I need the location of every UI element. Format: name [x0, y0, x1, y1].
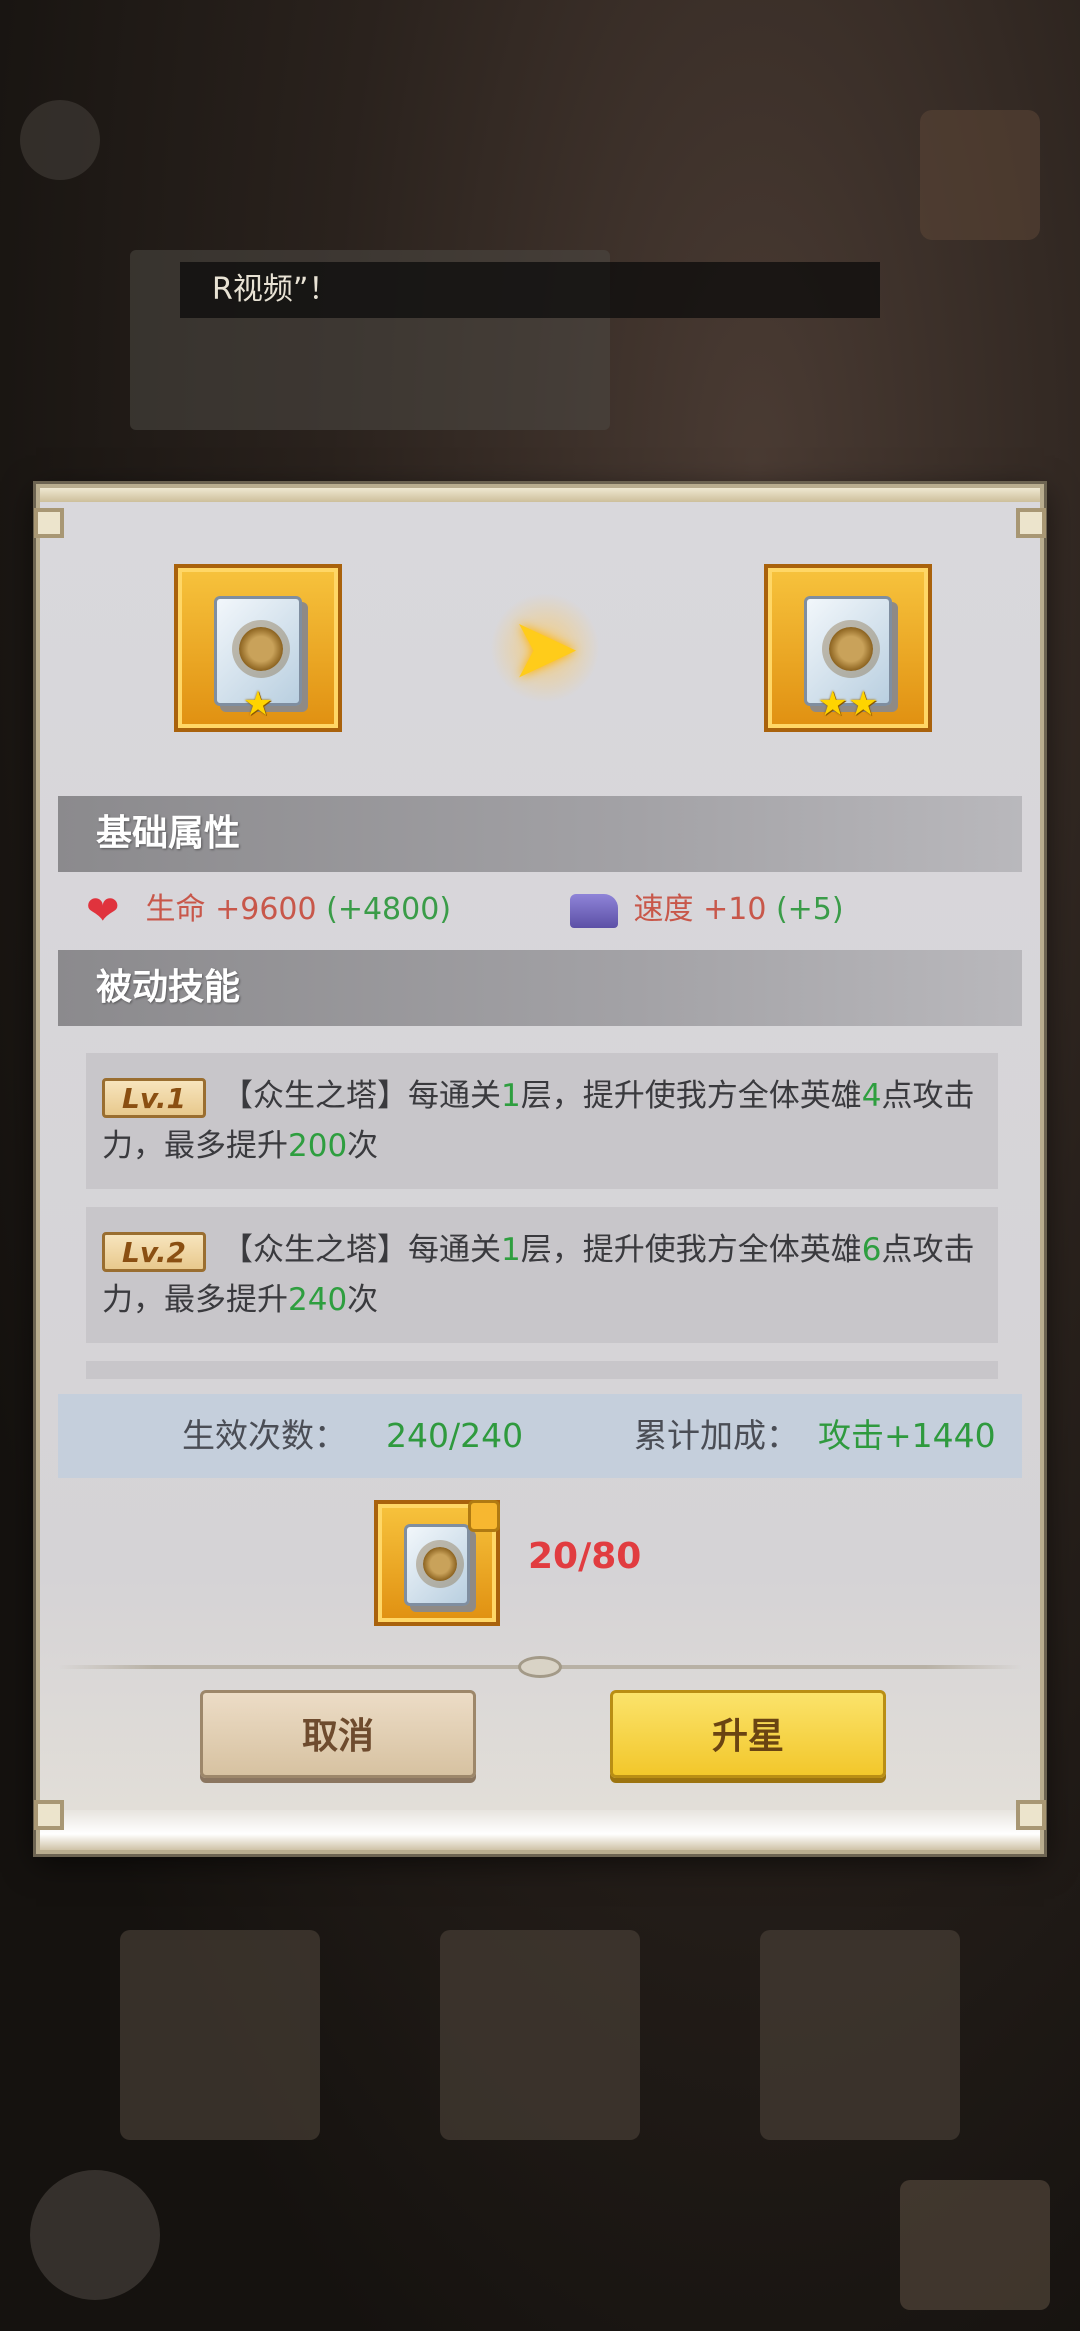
passive-skills-header: 被动技能	[58, 950, 1022, 1026]
total-bonus-value: 攻击+1440	[818, 1416, 996, 1455]
star-upgrade-dialog: ★ ➤ ★★ 基础属性 ❤ 生命 +9600 (+4800) 速度 +10 (+…	[34, 484, 1046, 1854]
skill-number: 6	[861, 1232, 882, 1268]
background-corner-panel	[900, 2180, 1050, 2310]
next-item-icon[interactable]: ★★	[764, 564, 932, 732]
skill-card-partial	[86, 1361, 998, 1379]
speed-value: +10	[703, 892, 767, 927]
settings-gear-icon	[20, 100, 100, 180]
skill-card-lv1: Lv.1 【众生之塔】每通关1层，提升使我方全体英雄4点攻击力，最多提升200次	[86, 1053, 998, 1189]
divider-ornament	[518, 1656, 562, 1678]
sun-emblem-icon	[239, 627, 283, 671]
home-icon	[30, 2170, 160, 2300]
hp-bonus: (+4800)	[326, 892, 452, 927]
dialog-corner-ornament	[34, 508, 64, 538]
dialog-corner-ornament	[1016, 508, 1046, 538]
dialog-corner-ornament	[1016, 1800, 1046, 1830]
skill-text: 每通关	[408, 1078, 501, 1114]
skill-text: 层，提升使我方全体英雄	[520, 1232, 862, 1268]
skill-number: 4	[861, 1078, 882, 1114]
skill-number: 1	[501, 1232, 521, 1268]
speed-boot-icon	[570, 893, 618, 928]
puzzle-piece-icon	[468, 1500, 500, 1532]
effect-summary-bar: 生效次数： 240/240 累计加成： 攻击+1440	[58, 1394, 1022, 1478]
speed-label: 速度	[633, 892, 694, 927]
effect-count-value: 240/240	[386, 1416, 524, 1455]
hp-stat: ❤ 生命 +9600 (+4800)	[86, 888, 451, 932]
dialog-corner-ornament	[34, 1800, 64, 1830]
skill-text: 次	[347, 1282, 379, 1318]
level-badge: Lv.2	[102, 1231, 206, 1272]
sun-emblem-icon	[829, 627, 873, 671]
current-star-rating: ★	[242, 684, 274, 724]
skill-number: 1	[501, 1078, 521, 1114]
sun-emblem-icon	[423, 1547, 457, 1581]
skill-card-lv2: Lv.2 【众生之塔】每通关1层，提升使我方全体英雄6点攻击力，最多提升240次	[86, 1207, 998, 1343]
skill-text: 次	[347, 1128, 379, 1164]
skill-number: 240	[288, 1282, 348, 1318]
speed-bonus: (+5)	[775, 892, 844, 927]
total-bonus-label: 累计加成：	[634, 1416, 799, 1455]
current-item-icon[interactable]: ★	[174, 564, 342, 732]
next-star-rating: ★★	[817, 684, 879, 724]
hp-value: +9600	[215, 892, 317, 927]
heart-icon: ❤	[86, 887, 120, 934]
skill-list[interactable]: Lv.1 【众生之塔】每通关1层，提升使我方全体英雄4点攻击力，最多提升200次 …	[86, 1053, 998, 1379]
background-card	[440, 1930, 640, 2140]
skill-name: 【众生之塔】	[222, 1078, 408, 1114]
fragment-count: 20/80	[528, 1536, 642, 1577]
scroll-item-icon	[404, 1524, 470, 1606]
background-card	[120, 1930, 320, 2140]
cancel-button[interactable]: 取消	[200, 1690, 476, 1778]
skill-name: 【众生之塔】	[222, 1232, 408, 1268]
background-avatar	[920, 110, 1040, 240]
upgrade-star-button[interactable]: 升星	[610, 1690, 886, 1778]
effect-count-label: 生效次数：	[182, 1416, 347, 1455]
arrow-right-icon: ➤	[490, 593, 600, 703]
hp-label: 生命	[145, 892, 206, 927]
speed-stat: 速度 +10 (+5)	[570, 888, 844, 932]
background-card	[760, 1930, 960, 2140]
cost-fragment-icon[interactable]	[374, 1500, 500, 1626]
basic-attributes-header: 基础属性	[58, 796, 1022, 872]
skill-text: 层，提升使我方全体英雄	[520, 1078, 862, 1114]
toast-message: R视频”！	[180, 262, 880, 318]
skill-number: 200	[288, 1128, 348, 1164]
skill-text: 每通关	[408, 1232, 501, 1268]
level-badge: Lv.1	[102, 1077, 206, 1118]
